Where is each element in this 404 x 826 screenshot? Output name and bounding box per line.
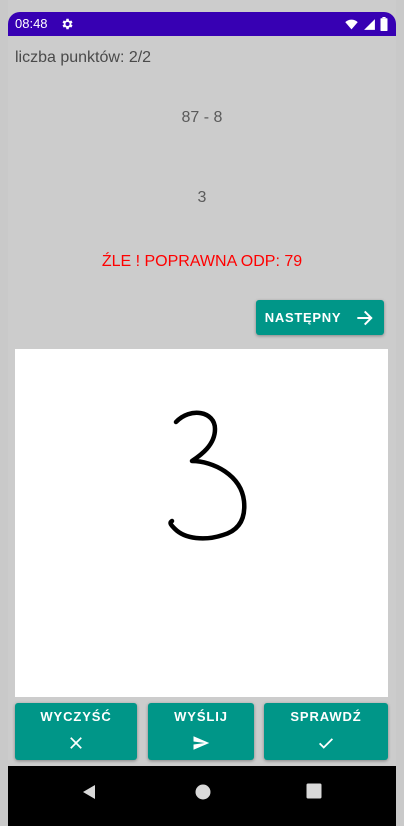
drawing-canvas[interactable]: [15, 349, 388, 697]
status-icons: [344, 17, 388, 31]
navigation-bar: [8, 766, 396, 826]
check-button[interactable]: SPRAWDŹ: [264, 703, 388, 760]
quiz-screen: liczba punktów: 2/2 87 - 8 3 ŹLE ! POPRA…: [8, 36, 396, 766]
recents-icon[interactable]: [306, 783, 322, 799]
wifi-icon: [345, 19, 358, 29]
send-button[interactable]: WYŚLIJ: [148, 703, 254, 760]
status-time: 08:48: [15, 16, 48, 31]
score-label: liczba punktów: 2/2: [15, 49, 152, 66]
send-button-label: WYŚLIJ: [174, 709, 228, 724]
battery-icon: [380, 17, 388, 31]
feedback-text: ŹLE ! POPRAWNA ODP: 79: [101, 253, 303, 270]
phone-screen: 08:48 liczba punktów: 2/2 87 - 8 3 ŹLE !…: [8, 0, 396, 826]
send-icon: [193, 736, 210, 750]
back-icon[interactable]: [80, 782, 100, 802]
check-icon: [318, 738, 334, 749]
close-icon: [70, 737, 82, 749]
next-button[interactable]: NASTĘPNY: [256, 300, 384, 335]
handwritten-digit-stroke: [168, 410, 247, 541]
user-answer: 3: [197, 189, 207, 206]
clear-button[interactable]: WYCZYŚĆ: [15, 703, 137, 760]
problem-text: 87 - 8: [181, 109, 223, 126]
clear-button-label: WYCZYŚĆ: [40, 709, 112, 724]
gear-icon: [62, 18, 73, 30]
home-icon[interactable]: [194, 783, 212, 801]
arrow-right-icon: [357, 310, 373, 325]
signal-icon: [364, 18, 375, 30]
check-button-label: SPRAWDŹ: [290, 709, 362, 724]
next-button-label: NASTĘPNY: [264, 310, 342, 325]
status-bar: 08:48: [8, 12, 396, 36]
